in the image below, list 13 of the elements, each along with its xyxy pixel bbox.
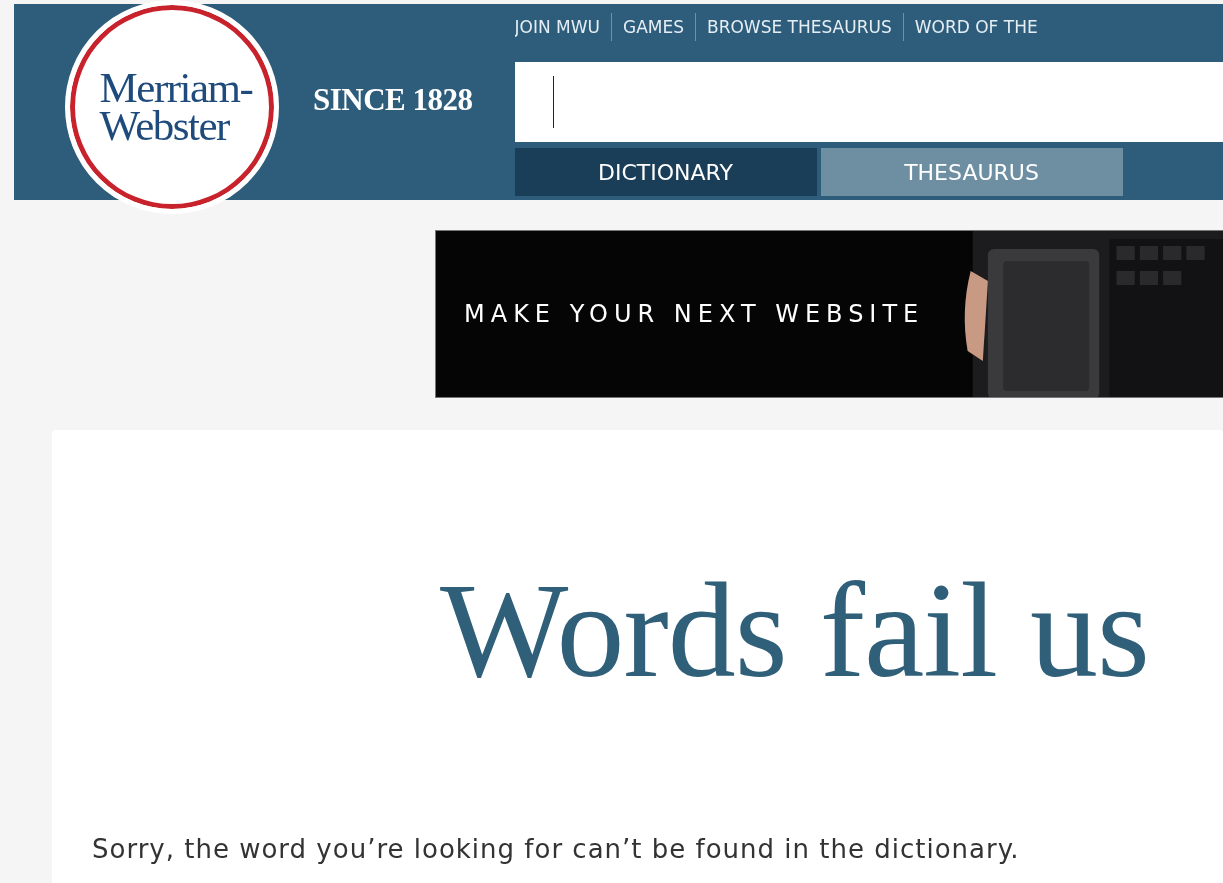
logo-badge[interactable]: Merriam- Webster: [65, 0, 279, 214]
nav-link[interactable]: BROWSE THESAURUS: [696, 17, 903, 37]
search-tab[interactable]: THESAURUS: [820, 148, 1123, 196]
search-tab[interactable]: DICTIONARY: [514, 148, 817, 196]
logo-wordmark: Merriam- Webster: [99, 69, 253, 145]
nav-link[interactable]: WORD OF THE: [903, 17, 1049, 37]
error-message: Sorry, the word you’re looking for can’t be found in the dictionary.: [92, 834, 1021, 864]
tagline: SINCE 1828: [313, 82, 473, 118]
search-field[interactable]: [514, 62, 1223, 142]
page-title: Words fail us: [440, 560, 1150, 700]
ad-headline: MAKE YOUR NEXT WEBSITE: [464, 300, 925, 328]
nav-link[interactable]: GAMES: [611, 17, 695, 37]
ad-banner[interactable]: MAKE YOUR NEXT WEBSITE: [435, 230, 1223, 398]
